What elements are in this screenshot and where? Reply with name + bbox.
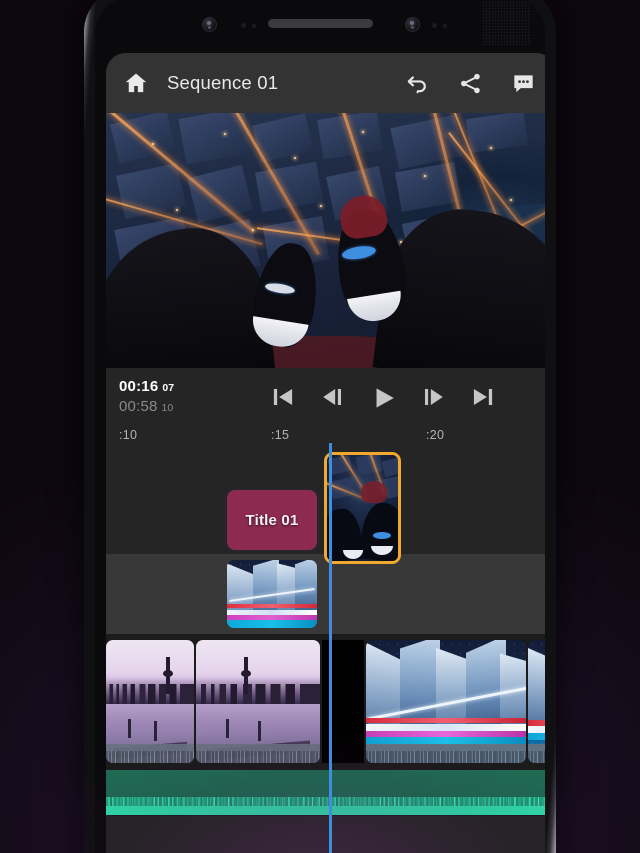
wallpaper-backdrop: Sequence 01 00:16 07 00:58 10:10:15:2…	[0, 0, 640, 853]
playhead-ruler-tick	[329, 443, 332, 452]
sequence-title: Sequence 01	[167, 72, 279, 93]
skip-next-icon[interactable]	[470, 384, 496, 410]
playhead[interactable]	[329, 452, 332, 853]
light-sensor-icon	[252, 24, 256, 28]
audio-clip-2[interactable]	[332, 770, 545, 815]
proximity-sensor-right-icon	[432, 23, 437, 28]
transport-bar: 00:16 07 00:58 10	[106, 368, 545, 426]
light-sensor-right-icon	[443, 24, 447, 28]
total-frames: 10	[161, 402, 174, 414]
video-preview[interactable]	[106, 113, 545, 368]
preview-frame-aerial-city	[106, 113, 545, 368]
earpiece-speaker	[268, 19, 373, 28]
ruler-tick-20: :20	[426, 428, 445, 442]
app-bar-actions	[405, 71, 536, 96]
audio-track[interactable]	[106, 769, 545, 816]
current-timecode: 00:16	[119, 378, 159, 395]
front-camera-left-icon	[202, 17, 217, 32]
current-frames: 07	[162, 382, 175, 394]
video-clip-arch-2[interactable]	[528, 640, 545, 763]
comment-icon[interactable]	[511, 71, 536, 96]
skip-previous-icon[interactable]	[270, 384, 296, 410]
ruler-tick-15: :15	[271, 428, 290, 442]
front-camera-right-icon	[405, 17, 420, 32]
audio-clip-1[interactable]	[106, 770, 329, 815]
play-icon[interactable]	[370, 384, 396, 410]
step-backward-icon[interactable]	[320, 384, 346, 410]
main-video-track[interactable]	[106, 634, 545, 769]
video-clip-skyline-1[interactable]	[106, 640, 194, 763]
total-timecode: 00:58	[119, 398, 158, 415]
video-clip-arch-1[interactable]	[366, 640, 526, 763]
timecode-display: 00:16 07 00:58 10	[106, 377, 236, 417]
bezel-texture	[483, 1, 531, 45]
overlay-clip-blue-architecture[interactable]	[227, 560, 317, 628]
video-clip-skyline-2[interactable]	[196, 640, 320, 763]
title-clip-label: Title 01	[245, 511, 299, 529]
app-bar: Sequence 01	[106, 53, 545, 113]
proximity-sensor-icon	[241, 23, 246, 28]
title-clip[interactable]: Title 01	[227, 490, 317, 550]
app-screen: Sequence 01 00:16 07 00:58 10:10:15:2…	[106, 53, 545, 853]
step-forward-icon[interactable]	[420, 384, 446, 410]
undo-icon[interactable]	[405, 71, 430, 96]
timeline[interactable]: Title 01	[106, 452, 545, 853]
transport-buttons	[236, 384, 545, 410]
share-icon[interactable]	[458, 71, 483, 96]
phone-device: Sequence 01 00:16 07 00:58 10:10:15:2…	[84, 0, 556, 853]
timeline-ruler[interactable]: :10 :15 :20	[106, 426, 545, 452]
phone-screen-bezel: Sequence 01 00:16 07 00:58 10:10:15:2…	[95, 0, 545, 853]
ruler-tick-10: :10	[119, 428, 138, 442]
home-icon[interactable]	[123, 70, 149, 96]
selected-clip-aerial-city[interactable]	[324, 452, 401, 564]
overlay-video-track[interactable]	[106, 554, 545, 634]
